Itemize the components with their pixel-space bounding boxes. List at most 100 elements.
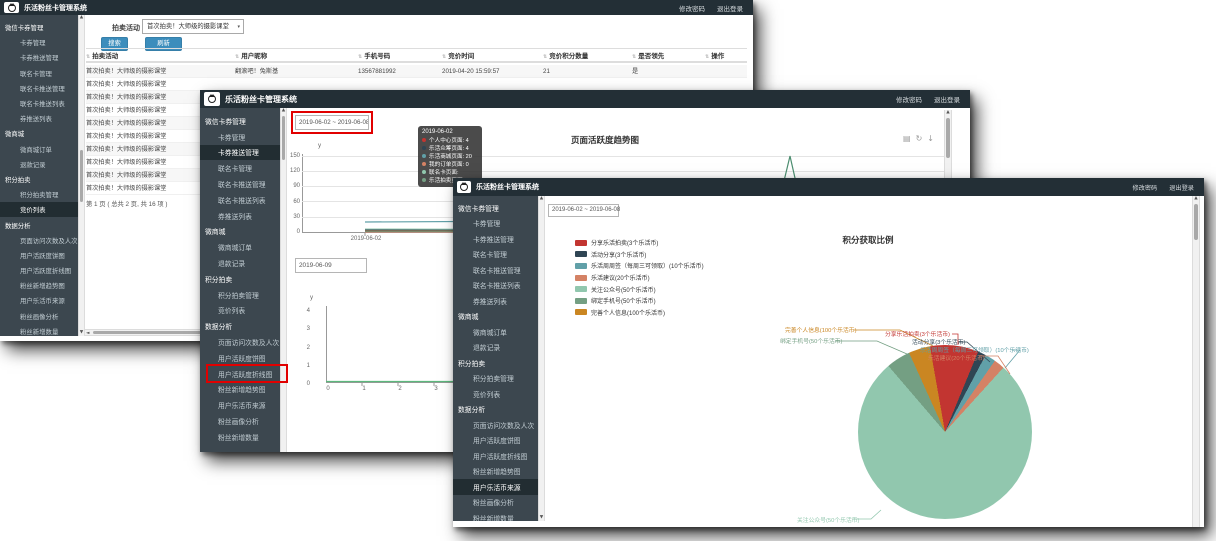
sidebar-item[interactable]: 微信卡券管理 [453,200,538,216]
sidebar-item[interactable]: 卡券推送管理 [200,145,280,161]
scroll-thumb[interactable] [1194,204,1198,240]
sidebar-scrollbar[interactable]: ▲ ▼ [538,196,545,521]
legend-item[interactable]: 分享乐活拍卖(3个乐活币) [575,237,704,249]
date-range-input[interactable]: 2019-06-02 ~ 2019-06-08 [548,204,619,217]
table-row[interactable]: 首次拍卖！大师级的摄影课堂 翻滚吧！兔斯基 13567881992 2019-0… [86,65,747,78]
column-header[interactable]: ⇅拍卖活动 [86,49,118,64]
sidebar-item[interactable]: 粉丝画像分析 [0,309,78,324]
sidebar-item[interactable]: 用户活跃度折线图 [0,263,78,278]
scroll-up-arrow-icon[interactable]: ▲ [945,110,951,116]
column-header[interactable]: ⇅竞价时间 [442,49,474,64]
logout-link[interactable]: 退出登录 [934,94,960,104]
content-right-scrollbar[interactable]: ▲ [1192,196,1200,527]
column-header[interactable]: ⇅用户昵称 [235,49,267,64]
sidebar-item[interactable]: 退款记录 [0,157,78,172]
sidebar-item[interactable]: 微信卡券管理 [200,113,280,129]
sidebar-item[interactable]: 积分拍卖管理 [0,187,78,202]
content-vertical-scrollbar[interactable]: ▲ ▼ [78,15,85,336]
sidebar-item[interactable]: 数据分析 [453,402,538,418]
sidebar-item[interactable]: 粉丝新增趋势图 [200,382,280,398]
sidebar-item[interactable]: 积分拍卖 [453,355,538,371]
refresh-icon[interactable]: ↻ [916,134,923,143]
sidebar-item[interactable]: 积分拍卖管理 [453,371,538,387]
download-icon[interactable]: ↓ [927,134,934,143]
sidebar-item[interactable]: 粉丝新增趋势图 [0,278,78,293]
legend-item[interactable]: 乐活建议(20个乐活币) [575,272,704,284]
legend-item[interactable]: 活动分享(3个乐活币) [575,249,704,261]
sidebar-item[interactable]: 联名卡推送管理 [453,262,538,278]
data-view-icon[interactable]: ▤ [903,134,911,143]
sidebar-item[interactable]: 粉丝画像分析 [200,413,280,429]
scroll-down-arrow-icon[interactable]: ▼ [79,330,84,336]
sidebar-item[interactable]: 页面访问次数及人次 [453,417,538,433]
logout-link[interactable]: 退出登录 [717,3,743,13]
legend-item[interactable]: 绑定手机号(50个乐活币) [575,295,704,307]
sidebar-item[interactable]: 粉丝新增趋势图 [453,464,538,480]
scroll-down-arrow-icon[interactable]: ▼ [539,515,544,521]
sidebar-item[interactable]: 微商城订单 [200,239,280,255]
sidebar-item[interactable]: 微商城 [0,126,78,141]
date-input-second[interactable]: 2019-06-09 [295,258,367,273]
sidebar-item[interactable]: 卡券管理 [200,129,280,145]
column-header[interactable]: ⇅操作 [705,49,724,64]
sidebar-item[interactable]: 联名卡推送管理 [0,81,78,96]
change-password-link[interactable]: 修改密码 [1133,183,1158,192]
sidebar-item[interactable]: 联名卡推送列表 [453,278,538,294]
sidebar-item[interactable]: 积分拍卖 [0,172,78,187]
legend-item[interactable]: 完善个人信息(100个乐活币) [575,307,704,319]
scroll-thumb[interactable] [80,150,83,202]
sort-icon[interactable]: ⇅ [442,54,446,60]
sidebar-item[interactable]: 卡券管理 [453,216,538,232]
sidebar-item[interactable]: 粉丝新增数量 [200,429,280,445]
scroll-left-arrow-icon[interactable]: ◄ [86,330,89,337]
sort-icon[interactable]: ⇅ [235,54,239,60]
sidebar-item[interactable]: 微商城订单 [453,324,538,340]
logout-link[interactable]: 退出登录 [1169,183,1194,192]
sidebar-item[interactable]: 用户乐活币来源 [200,397,280,413]
sidebar-item[interactable]: 退款记录 [200,255,280,271]
sidebar-item[interactable]: 粉丝画像分析 [453,495,538,511]
sidebar-item[interactable]: 微信卡券管理 [0,20,78,35]
sidebar-item[interactable]: 页面访问次数及人次 [0,233,78,248]
change-password-link[interactable]: 修改密码 [896,94,922,104]
sort-icon[interactable]: ⇅ [632,54,636,60]
sidebar-item[interactable]: 积分拍卖 [200,271,280,287]
sidebar-item[interactable]: 粉丝新增数量 [453,510,538,521]
sidebar-item[interactable]: 联名卡推送列表 [200,192,280,208]
legend-item[interactable]: 关注公众号(50个乐活币) [575,283,704,295]
sidebar-item[interactable]: 微商城 [200,224,280,240]
sidebar-item[interactable]: 联名卡管理 [0,66,78,81]
scroll-up-arrow-icon[interactable]: ▲ [1193,196,1199,202]
sidebar-item[interactable]: 竞价列表 [0,202,78,217]
sidebar-item[interactable]: 用户乐活币来源 [453,479,538,495]
legend-item[interactable]: 乐活周周签（每周三可领取）(10个乐活币) [575,260,704,272]
sidebar-item[interactable]: 竞价列表 [453,386,538,402]
scroll-up-arrow-icon[interactable]: ▲ [539,196,544,202]
sidebar-item[interactable]: 联名卡推送管理 [200,176,280,192]
sidebar-item[interactable]: 券推送列表 [0,111,78,126]
sort-icon[interactable]: ⇅ [705,54,709,60]
sidebar-item[interactable]: 用户活跃度饼图 [0,248,78,263]
sidebar-item[interactable]: 粉丝新增数量 [0,324,78,336]
sidebar-item[interactable]: 积分拍卖管理 [200,287,280,303]
scroll-thumb[interactable] [946,118,950,158]
sidebar-item[interactable]: 用户活跃度折线图 [453,448,538,464]
auction-select[interactable]: 首次拍卖！大师级的摄影课堂 ▾ [142,19,244,34]
sidebar-item[interactable]: 卡券推送管理 [0,50,78,65]
sidebar-item[interactable]: 数据分析 [0,217,78,232]
scroll-up-arrow-icon[interactable]: ▲ [79,15,84,21]
sidebar-item[interactable]: 页面访问次数及人次 [200,334,280,350]
scroll-up-arrow-icon[interactable]: ▲ [281,108,286,114]
sidebar-item[interactable]: 联名卡推送列表 [0,96,78,111]
sidebar-item[interactable]: 联名卡管理 [200,160,280,176]
column-header[interactable]: ⇅竞价积分数量 [543,49,588,64]
sidebar-item[interactable]: 券推送列表 [200,208,280,224]
column-header[interactable]: ⇅是否领先 [632,49,664,64]
sort-icon[interactable]: ⇅ [543,54,547,60]
sidebar-item[interactable]: 券推送列表 [453,293,538,309]
sidebar-item[interactable]: 竞价列表 [200,303,280,319]
sidebar-item[interactable]: 微商城 [453,309,538,325]
sidebar-item[interactable]: 退款记录 [453,340,538,356]
sort-icon[interactable]: ⇅ [86,54,90,60]
sidebar-item[interactable]: 用户活跃度饼图 [453,433,538,449]
